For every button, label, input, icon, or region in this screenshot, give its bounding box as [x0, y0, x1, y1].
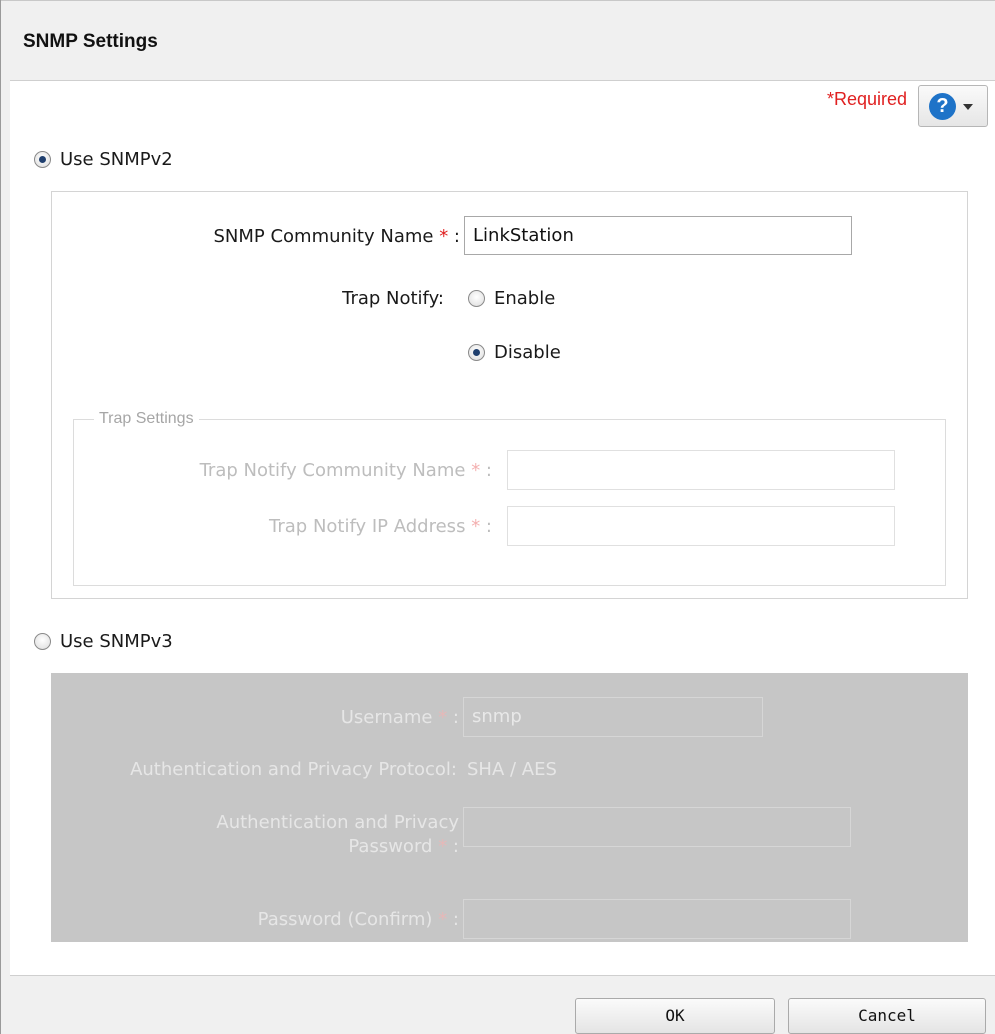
trap-community-name-label: Trap Notify Community Name * :	[199, 460, 492, 481]
community-name-input[interactable]: LinkStation	[464, 216, 852, 255]
chevron-down-icon	[963, 104, 973, 110]
snmpv2-panel: SNMP Community Name * : LinkStation Trap…	[51, 191, 968, 599]
trap-ip-address-input[interactable]	[507, 506, 895, 546]
community-name-label: SNMP Community Name * :	[213, 226, 460, 247]
cancel-button[interactable]: Cancel	[788, 998, 986, 1034]
auth-password-input[interactable]	[463, 807, 851, 847]
dialog-titlebar: SNMP Settings	[1, 0, 995, 80]
use-snmpv3-radio[interactable]	[34, 633, 51, 650]
use-snmpv2-radio[interactable]	[34, 151, 51, 168]
protocol-value: SHA / AES	[467, 759, 557, 780]
dialog-content: *Required ? Use SNMPv2 SNMP Community Na…	[10, 80, 995, 976]
trap-community-name-input[interactable]	[507, 450, 895, 490]
auth-password-label: Authentication and Privacy Password * :	[216, 812, 459, 857]
password-confirm-input[interactable]	[463, 899, 851, 939]
use-snmpv3-label: Use SNMPv3	[60, 631, 173, 652]
ok-button[interactable]: OK	[575, 998, 775, 1034]
use-snmpv3-option[interactable]: Use SNMPv3	[34, 631, 173, 652]
trap-enable-radio[interactable]	[468, 290, 485, 307]
required-note: *Required	[826, 89, 907, 109]
trap-ip-address-label: Trap Notify IP Address * :	[269, 516, 492, 537]
trap-notify-label: Trap Notify:	[342, 288, 444, 309]
trap-enable-label: Enable	[494, 288, 556, 309]
help-dropdown-button[interactable]: ?	[918, 85, 988, 127]
trap-enable-option[interactable]: Enable	[468, 288, 555, 309]
dialog-title: SNMP Settings	[23, 31, 158, 52]
protocol-label: Authentication and Privacy Protocol:	[130, 759, 457, 780]
trap-settings-legend: Trap Settings	[99, 410, 194, 427]
trap-disable-radio[interactable]	[468, 344, 485, 361]
username-label: Username * :	[340, 707, 459, 728]
trap-settings-group: Trap Settings	[73, 410, 946, 586]
help-icon: ?	[929, 93, 956, 120]
snmp-settings-dialog: SNMP Settings *Required ? Use SNMPv2 SNM…	[0, 0, 995, 1034]
trap-disable-label: Disable	[494, 342, 561, 363]
use-snmpv2-label: Use SNMPv2	[60, 149, 173, 170]
snmpv3-panel: Username * : snmp Authentication and Pri…	[51, 673, 968, 942]
trap-disable-option[interactable]: Disable	[468, 342, 561, 363]
use-snmpv2-option[interactable]: Use SNMPv2	[34, 149, 173, 170]
username-input[interactable]: snmp	[463, 697, 763, 737]
password-confirm-label: Password (Confirm) * :	[257, 909, 459, 930]
